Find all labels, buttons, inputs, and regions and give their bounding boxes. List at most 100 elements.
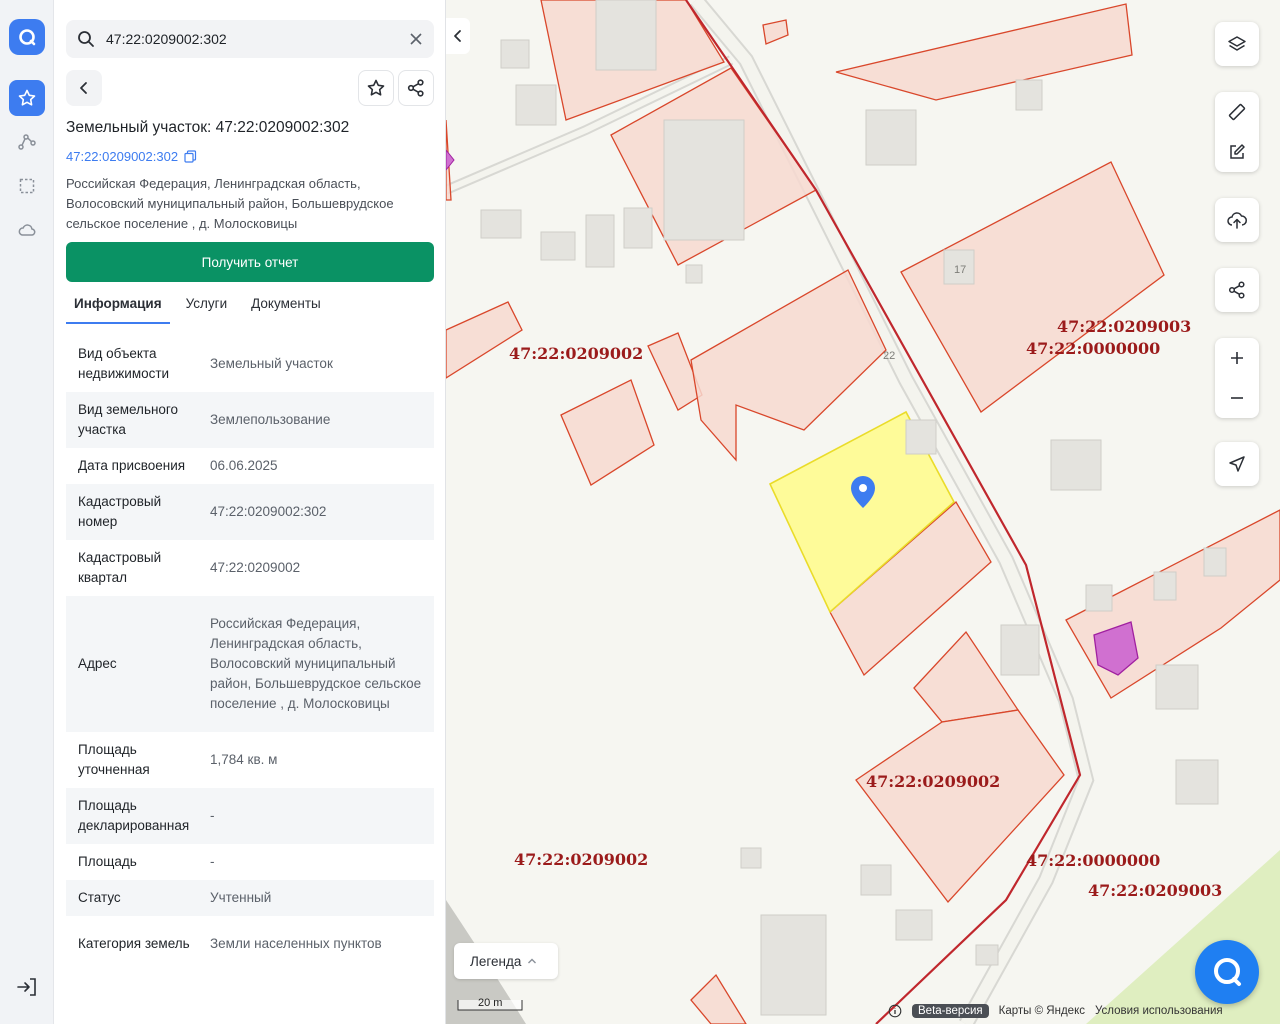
back-button[interactable]	[66, 70, 102, 106]
quarter-label: 47:22:0000000	[1026, 851, 1161, 870]
info-row-label: Кадастровый квартал	[78, 550, 162, 585]
scale-bar: 20 m	[456, 994, 524, 1014]
building	[1153, 571, 1177, 601]
info-row: Площадь уточненная 1,784 кв. м	[66, 732, 434, 788]
share-button[interactable]	[398, 70, 434, 106]
zoom-controls	[1215, 338, 1259, 418]
object-title: Земельный участок: 47:22:0209002:302	[66, 119, 350, 136]
info-row-label: Категория земель	[78, 936, 190, 951]
navigation-arrow-icon	[1215, 446, 1259, 482]
zoom-out-icon[interactable]	[1215, 380, 1259, 416]
info-icon[interactable]	[888, 1004, 902, 1018]
layers-button[interactable]	[1215, 22, 1259, 66]
building	[480, 209, 522, 239]
route-nodes-icon[interactable]	[9, 124, 45, 160]
layers-icon	[1215, 26, 1259, 62]
object-address: Российская Федерация, Ленинградская обла…	[66, 176, 394, 231]
info-row-value: 47:22:0209002	[210, 560, 301, 575]
info-row: Площадь декларированная -	[66, 788, 434, 844]
building	[595, 0, 657, 71]
ruler-icon[interactable]	[1215, 94, 1259, 130]
info-row-label: Кадастровый номер	[78, 494, 162, 529]
upload-button[interactable]	[1215, 198, 1259, 242]
info-row-value: 06.06.2025	[210, 458, 278, 473]
building	[585, 214, 615, 268]
info-row-label: Адрес	[78, 656, 117, 671]
favorites-star-icon[interactable]	[9, 80, 45, 116]
info-row-value: -	[210, 854, 215, 869]
chevron-left-icon	[80, 82, 87, 94]
my-location-button[interactable]	[1215, 442, 1259, 486]
legend-button[interactable]: Легенда	[454, 943, 558, 979]
map-copyright[interactable]: Карты © Яндекс	[999, 1005, 1085, 1017]
info-row-label: Вид земельного участка	[78, 402, 179, 437]
copy-icon[interactable]	[184, 150, 197, 163]
info-row: Дата присвоения 06.06.2025	[66, 448, 434, 484]
app-logo-icon[interactable]	[9, 19, 45, 55]
building	[1050, 439, 1102, 491]
info-row: Адрес Российская Федерация, Ленинградская…	[66, 596, 434, 732]
edit-icon[interactable]	[1215, 134, 1259, 170]
search-bar	[66, 20, 434, 58]
building	[623, 207, 653, 249]
building	[905, 419, 937, 455]
info-table: Вид объекта недвижимости Земельный участо…	[66, 336, 434, 972]
info-row: Кадастровый номер 47:22:0209002:302	[66, 484, 434, 540]
building	[515, 84, 557, 126]
collapse-panel-button[interactable]	[446, 18, 470, 54]
clear-search-icon[interactable]	[406, 29, 426, 49]
zoom-in-icon[interactable]	[1215, 340, 1259, 376]
chat-button[interactable]	[1195, 940, 1259, 1004]
building	[1015, 79, 1043, 111]
parcel	[690, 973, 747, 1024]
building	[663, 119, 745, 241]
cadastral-map[interactable]: 17 22 47:22:0209002 47:22:0209003 47:22:…	[446, 0, 1280, 1024]
beta-badge: Beta-версия	[912, 1004, 989, 1018]
info-row-value: 1,784 кв. м	[210, 752, 278, 767]
get-report-button[interactable]: Получить отчет	[66, 242, 434, 282]
info-row: Статус Учтенный	[66, 880, 434, 916]
map-share-button[interactable]	[1215, 268, 1259, 312]
map-footer: Beta-версия Карты © Яндекс Условия испол…	[888, 1003, 1223, 1019]
cadastral-number-link[interactable]: 47:22:0209002:302	[66, 149, 197, 164]
building	[740, 847, 762, 869]
tab-services[interactable]: Услуги	[178, 294, 236, 324]
parcel	[762, 19, 789, 45]
info-row-label: Площадь	[78, 854, 137, 869]
quarter-label: 47:22:0209002	[514, 850, 649, 869]
cadastral-number-text[interactable]: 47:22:0209002:302	[66, 149, 178, 164]
info-row-value: Земли населенных пунктов	[210, 936, 382, 951]
terms-link[interactable]: Условия использования	[1095, 1005, 1223, 1017]
info-tabs: Информация Услуги Документы	[66, 294, 434, 324]
building	[1203, 547, 1227, 577]
cloud-icon[interactable]	[9, 212, 45, 248]
parcel	[900, 161, 1165, 413]
chat-bubble-icon	[1214, 958, 1241, 986]
parcel	[446, 301, 523, 379]
info-row-value: Учтенный	[210, 890, 272, 905]
building	[895, 909, 933, 941]
info-row-label: Площадь уточненная	[78, 742, 150, 777]
favorite-button[interactable]	[358, 70, 394, 106]
tab-information[interactable]: Информация	[66, 294, 170, 324]
info-row-value: Землепользование	[210, 412, 331, 427]
parcel	[560, 379, 655, 486]
info-row-label: Вид объекта недвижимости	[78, 346, 170, 381]
map-canvas[interactable]	[446, 0, 1280, 1024]
tab-documents[interactable]: Документы	[243, 294, 329, 324]
tools-group	[1215, 92, 1259, 172]
info-row-value: Российская Федерация, Ленинградская обла…	[210, 616, 422, 711]
legend-label: Легенда	[470, 953, 522, 969]
logout-icon[interactable]	[14, 976, 40, 998]
building	[860, 864, 892, 896]
object-panel: Земельный участок: 47:22:0209002:302 47:…	[54, 0, 446, 1024]
quarter-label: 47:22:0000000	[1026, 339, 1161, 358]
chevron-left-icon	[454, 30, 461, 42]
building	[1175, 759, 1219, 805]
parcel	[690, 269, 887, 462]
building	[1155, 664, 1199, 710]
search-input[interactable]	[106, 20, 396, 58]
cloud-upload-icon	[1215, 202, 1259, 238]
info-row-label: Статус	[78, 890, 121, 905]
area-select-icon[interactable]	[9, 168, 45, 204]
